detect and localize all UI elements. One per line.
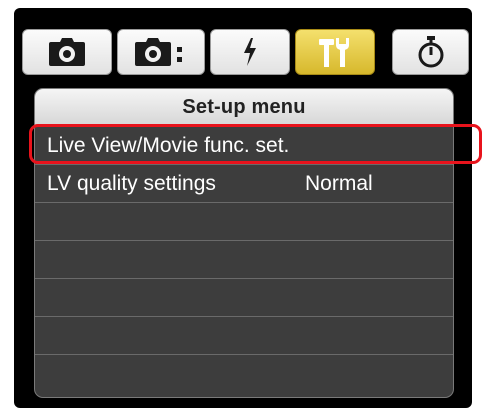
menu-item-live-view-movie[interactable]: Live View/Movie func. set. bbox=[35, 127, 453, 165]
empty-menu-row bbox=[35, 203, 453, 241]
camera-menu-screen: Set-up menu Live View/Movie func. set. L… bbox=[14, 8, 472, 408]
camera-settings-icon bbox=[135, 38, 182, 66]
menu-item-lv-quality[interactable]: LV quality settings Normal bbox=[35, 165, 453, 203]
empty-menu-row bbox=[35, 241, 453, 279]
menu-item-label: LV quality settings bbox=[47, 171, 216, 195]
tools-icon bbox=[319, 38, 349, 67]
tab-shooting[interactable] bbox=[22, 29, 112, 75]
tab-setup[interactable] bbox=[295, 29, 375, 75]
tab-timer[interactable] bbox=[392, 29, 469, 75]
menu-item-label: Live View/Movie func. set. bbox=[47, 133, 290, 157]
tab-shooting-settings[interactable] bbox=[117, 29, 205, 75]
empty-menu-row bbox=[35, 279, 453, 317]
tab-flash[interactable] bbox=[210, 29, 290, 75]
camera-icon bbox=[49, 38, 85, 66]
menu-title: Set-up menu bbox=[35, 89, 453, 127]
flash-icon bbox=[244, 38, 256, 66]
menu-item-value: Normal bbox=[305, 171, 373, 195]
empty-menu-row bbox=[35, 355, 453, 393]
empty-menu-row bbox=[35, 317, 453, 355]
setup-menu-panel: Set-up menu Live View/Movie func. set. L… bbox=[34, 88, 454, 398]
timer-icon bbox=[418, 36, 443, 68]
